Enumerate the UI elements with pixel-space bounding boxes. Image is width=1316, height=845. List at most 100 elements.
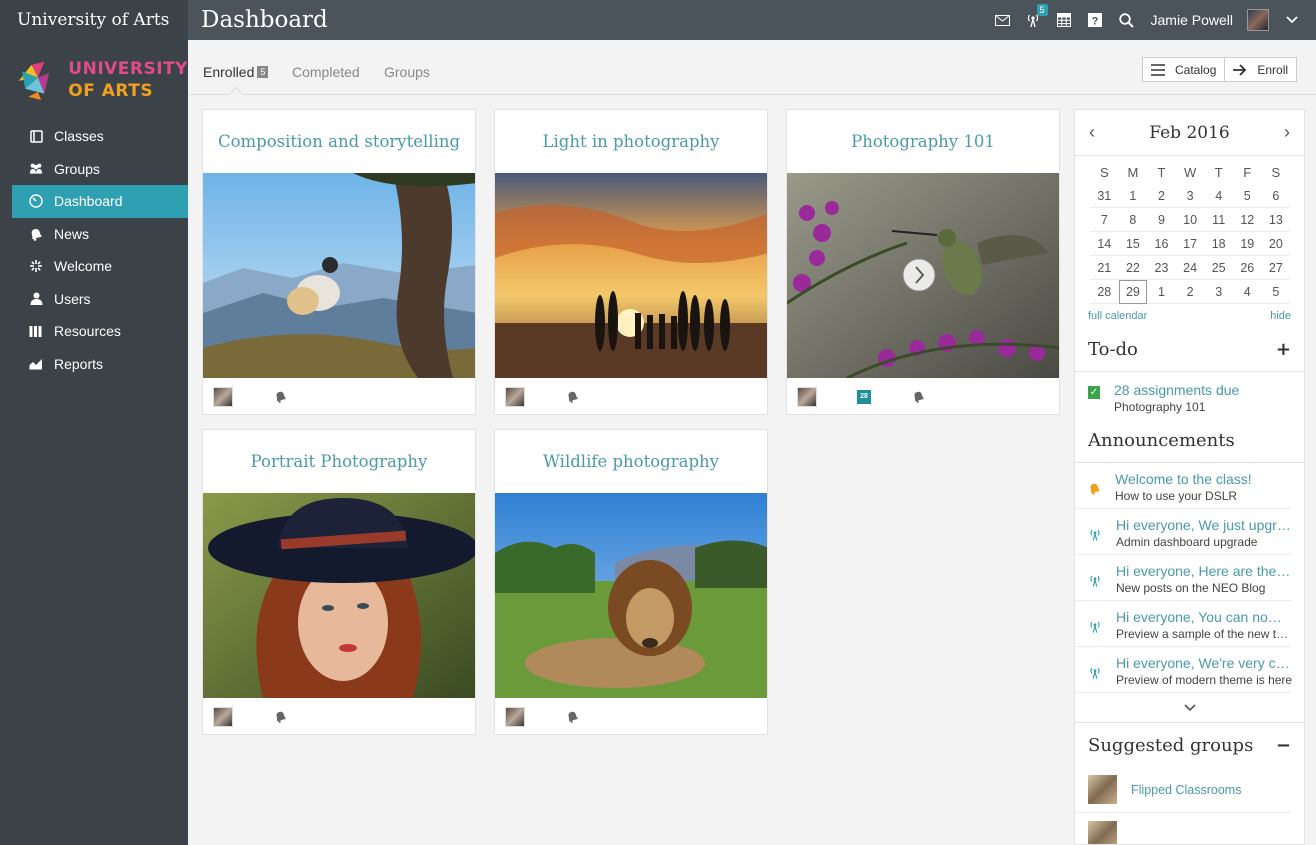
calendar-day-today[interactable]: 29	[1118, 280, 1148, 304]
calendar-day[interactable]: 19	[1232, 232, 1262, 256]
hide-calendar-link[interactable]: hide	[1270, 310, 1291, 322]
mail-icon[interactable]	[994, 12, 1011, 29]
class-image[interactable]	[203, 493, 475, 698]
calendar-day[interactable]: 12	[1232, 208, 1262, 232]
chevron-down-icon[interactable]	[1283, 12, 1300, 29]
sidebar-item-classes[interactable]: Classes	[12, 120, 188, 153]
teacher-avatar[interactable]	[797, 386, 817, 407]
todo-item-title[interactable]: 28 assignments due	[1114, 382, 1289, 399]
enroll-button[interactable]: Enroll	[1224, 58, 1296, 81]
announcement-title[interactable]: Welcome to the class!	[1115, 471, 1290, 488]
calendar-day[interactable]: 4	[1204, 184, 1233, 208]
sidebar-item-dashboard[interactable]: Dashboard	[12, 185, 188, 218]
calendar-day[interactable]: 18	[1204, 232, 1233, 256]
announcement-item[interactable]: Welcome to the class! How to use your DSL…	[1075, 463, 1291, 509]
help-icon[interactable]: ?	[1087, 12, 1104, 29]
calendar-day[interactable]: 25	[1204, 256, 1233, 280]
teacher-avatar[interactable]	[505, 706, 525, 727]
calendar-day[interactable]: 24	[1175, 256, 1205, 280]
full-calendar-link[interactable]: full calendar	[1088, 310, 1147, 322]
calendar-day[interactable]: 31	[1090, 184, 1119, 208]
class-card-photography-101[interactable]: Photography 101 28	[786, 109, 1060, 415]
teacher-avatar[interactable]	[505, 386, 525, 407]
logo[interactable]: UNIVERSITY OF ARTS	[0, 40, 188, 120]
calendar-day[interactable]: 5	[1232, 184, 1262, 208]
calendar-day[interactable]: 2	[1175, 280, 1205, 304]
calendar-day[interactable]: 1	[1147, 280, 1176, 304]
calendar-day[interactable]: 3	[1175, 184, 1205, 208]
announcement-title[interactable]: Hi everyone, We just upgraded	[1116, 517, 1291, 534]
sidebar-item-users[interactable]: Users	[12, 283, 188, 316]
calendar-day[interactable]: 15	[1118, 232, 1148, 256]
add-icon[interactable]: +	[1276, 339, 1291, 360]
calendar-day[interactable]: 26	[1232, 256, 1262, 280]
app-name[interactable]: University of Arts	[0, 0, 188, 40]
tab-groups[interactable]: Groups	[384, 64, 430, 80]
calendar-icon[interactable]	[1056, 12, 1073, 29]
calendar-day[interactable]: 23	[1147, 256, 1176, 280]
bell-icon[interactable]	[911, 390, 925, 404]
class-card-portrait[interactable]: Portrait Photography	[202, 429, 476, 735]
bell-icon[interactable]	[565, 390, 579, 404]
announcement-item[interactable]: Hi everyone, You can now previewPreview …	[1075, 601, 1293, 647]
class-title[interactable]: Photography 101	[787, 110, 1059, 173]
calendar-day[interactable]: 21	[1090, 256, 1119, 280]
suggested-group-item-partial[interactable]	[1075, 813, 1291, 844]
calendar-day[interactable]: 17	[1175, 232, 1205, 256]
collapse-icon[interactable]: −	[1276, 735, 1291, 756]
calendar-day[interactable]: 5	[1261, 280, 1291, 304]
sidebar-item-resources[interactable]: Resources	[12, 315, 188, 348]
calendar-day[interactable]: 1	[1118, 184, 1148, 208]
sidebar-item-reports[interactable]: Reports	[12, 348, 188, 381]
calendar-day[interactable]: 13	[1261, 208, 1291, 232]
calendar-day[interactable]: 11	[1204, 208, 1233, 232]
class-image[interactable]	[495, 173, 767, 378]
chevron-right-icon[interactable]: ›	[1284, 122, 1290, 143]
class-title[interactable]: Wildlife photography	[495, 430, 767, 493]
class-image[interactable]	[203, 173, 475, 378]
calendar-day[interactable]: 22	[1118, 256, 1148, 280]
user-avatar[interactable]	[1247, 9, 1269, 31]
calendar-day[interactable]: 20	[1261, 232, 1291, 256]
sidebar-item-news[interactable]: News	[12, 218, 188, 251]
calendar-day[interactable]: 10	[1175, 208, 1205, 232]
class-card-composition[interactable]: Composition and storytelling	[202, 109, 476, 415]
bell-icon[interactable]	[565, 710, 579, 724]
bell-icon[interactable]	[273, 710, 287, 724]
suggested-group-item[interactable]: Flipped Classrooms	[1075, 767, 1291, 813]
class-title[interactable]: Light in photography	[495, 110, 767, 173]
calendar-day[interactable]: 3	[1204, 280, 1233, 304]
calendar-day[interactable]: 4	[1232, 280, 1262, 304]
calendar-day[interactable]: 2	[1147, 184, 1176, 208]
show-more-button[interactable]	[1075, 693, 1304, 723]
announcement-title[interactable]: Hi everyone, We're very close	[1116, 655, 1291, 672]
announcement-item[interactable]: Hi everyone, Here are the latestNew post…	[1075, 555, 1291, 601]
announcement-title[interactable]: Hi everyone, Here are the latest	[1116, 563, 1291, 580]
calendar-badge-icon[interactable]: 28	[857, 389, 871, 404]
broadcast-icon[interactable]: 5	[1025, 3, 1048, 29]
sidebar-item-groups[interactable]: Groups	[12, 153, 188, 186]
calendar-day[interactable]: 28	[1090, 280, 1119, 304]
group-name[interactable]: Flipped Classrooms	[1131, 783, 1241, 797]
tab-completed[interactable]: Completed	[292, 64, 360, 80]
class-title[interactable]: Composition and storytelling	[203, 110, 475, 173]
calendar-day[interactable]: 16	[1147, 232, 1176, 256]
announcement-item[interactable]: Hi everyone, We just upgraded Admin dashb…	[1075, 509, 1291, 555]
announcement-item[interactable]: Hi everyone, We're very close Preview of …	[1075, 647, 1292, 693]
teacher-avatar[interactable]	[213, 386, 233, 407]
class-card-light[interactable]: Light in photography	[494, 109, 768, 415]
catalog-button[interactable]: Catalog	[1143, 58, 1224, 81]
class-image[interactable]	[787, 173, 1059, 378]
todo-item[interactable]: ✓ 28 assignments due Photography 101	[1075, 372, 1304, 415]
calendar-day[interactable]: 8	[1118, 208, 1148, 232]
teacher-avatar[interactable]	[213, 706, 233, 727]
bell-icon[interactable]	[273, 390, 287, 404]
tab-enrolled[interactable]: Enrolled 5	[203, 64, 269, 80]
calendar-day[interactable]: 14	[1090, 232, 1119, 256]
calendar-day[interactable]: 6	[1261, 184, 1291, 208]
class-title[interactable]: Portrait Photography	[203, 430, 475, 493]
username[interactable]: Jamie Powell	[1151, 12, 1233, 28]
class-image[interactable]	[495, 493, 767, 698]
class-card-wildlife[interactable]: Wildlife photography	[494, 429, 768, 735]
sidebar-item-welcome[interactable]: Welcome	[12, 250, 188, 283]
